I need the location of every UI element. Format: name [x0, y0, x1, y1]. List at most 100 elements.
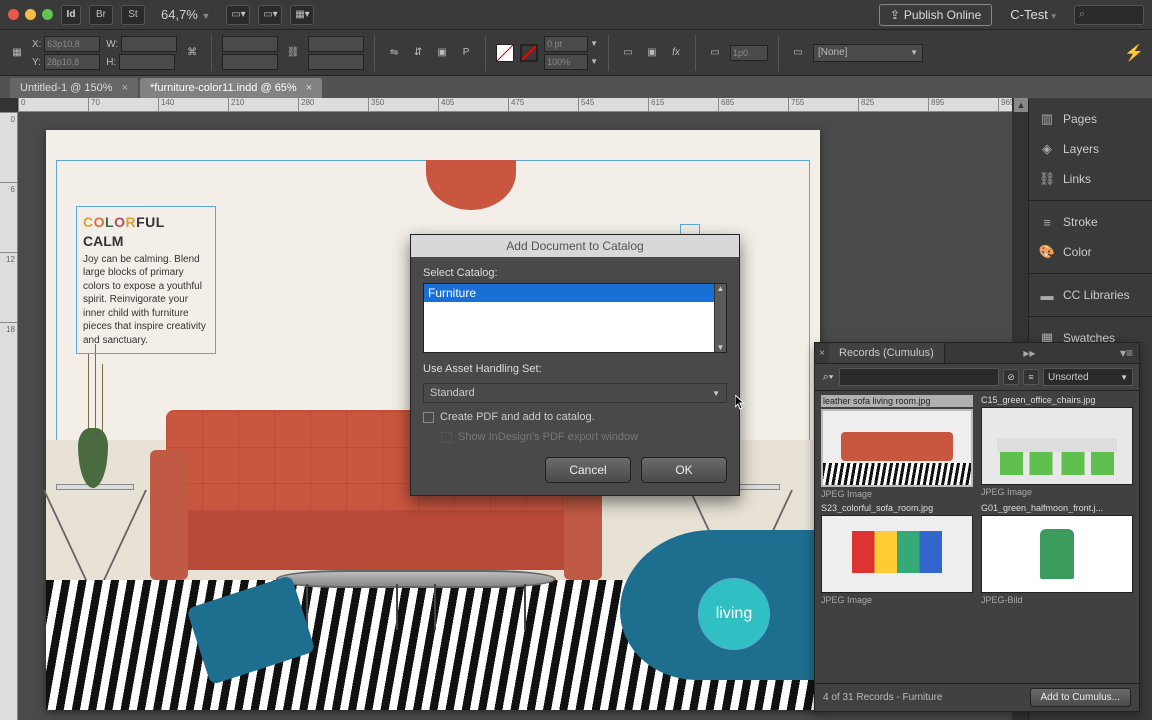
bridge-button[interactable]: Br: [89, 5, 113, 25]
text-wrap-bound-icon[interactable]: ▣: [643, 44, 661, 62]
listbox-scrollbar[interactable]: ▲▼: [714, 284, 726, 352]
cancel-button[interactable]: Cancel: [545, 457, 631, 483]
record-thumbnail[interactable]: [981, 515, 1133, 593]
stroke-icon: ≡: [1039, 214, 1055, 230]
checkbox[interactable]: [423, 412, 434, 423]
scroll-up-icon[interactable]: ▲: [717, 284, 725, 293]
pages-icon: ▥: [1039, 111, 1055, 127]
close-icon[interactable]: ×: [306, 82, 312, 94]
rotate-input[interactable]: [308, 36, 364, 52]
scale-y-input[interactable]: [222, 54, 278, 70]
corner-size-input[interactable]: [730, 45, 768, 61]
close-icon[interactable]: ×: [122, 82, 128, 94]
stroke-weight-input[interactable]: [544, 36, 588, 52]
search-input[interactable]: ⌕: [1074, 5, 1144, 25]
zoom-level[interactable]: 64,7% ▼: [153, 7, 218, 22]
w-input[interactable]: [121, 36, 177, 52]
record-thumbnail[interactable]: [821, 409, 973, 487]
link-icon[interactable]: ⛓: [284, 44, 302, 62]
scroll-down-icon[interactable]: ▼: [717, 343, 725, 352]
text-wrap-none-icon[interactable]: ▭: [619, 44, 637, 62]
record-item[interactable]: S23_colorful_sofa_room.jpg JPEG Image: [821, 503, 973, 605]
minimize-window-dot[interactable]: [25, 9, 36, 20]
add-to-catalog-dialog: Add Document to Catalog Select Catalog: …: [410, 234, 740, 496]
ok-button[interactable]: OK: [641, 457, 727, 483]
fx-icon[interactable]: fx: [667, 44, 685, 62]
create-pdf-checkbox-row[interactable]: Create PDF and add to catalog.: [423, 411, 727, 423]
scroll-up-button[interactable]: ▲: [1014, 98, 1028, 112]
layers-icon: ◈: [1039, 141, 1055, 157]
y-input[interactable]: [44, 54, 100, 70]
tab-untitled[interactable]: Untitled-1 @ 150% ×: [10, 78, 138, 98]
scale-pct-input[interactable]: [544, 54, 588, 70]
record-item[interactable]: C15_green_office_chairs.jpg JPEG Image: [981, 395, 1133, 499]
publish-label: Publish Online: [904, 8, 981, 22]
dock-cc-libraries[interactable]: ▬CC Libraries: [1029, 280, 1152, 310]
tab-furniture[interactable]: *furniture-color11.indd @ 65% ×: [140, 78, 322, 98]
h-input[interactable]: [119, 54, 175, 70]
record-type: JPEG Image: [981, 487, 1133, 497]
reference-point-icon[interactable]: ▦: [8, 44, 26, 62]
corner-options-icon[interactable]: ▭: [706, 44, 724, 62]
records-tab[interactable]: Records (Cumulus): [829, 343, 945, 363]
coffee-table-graphic: [276, 570, 556, 630]
dock-pages[interactable]: ▥Pages: [1029, 104, 1152, 134]
sort-dropdown[interactable]: Unsorted▼: [1043, 368, 1133, 386]
living-badge[interactable]: living: [698, 578, 770, 650]
maximize-window-dot[interactable]: [42, 9, 53, 20]
panel-collapse-icon[interactable]: ▸▸: [1017, 344, 1041, 362]
constrain-icon[interactable]: ⌘: [183, 44, 201, 62]
headline-text-frame[interactable]: COLORFUL CALM Joy can be calming. Blend …: [76, 206, 216, 354]
screen-mode-button[interactable]: ▭▾: [258, 5, 282, 25]
h-label: H:: [106, 57, 116, 68]
record-item[interactable]: G01_green_halfmoon_front.j... JPEG-Bild: [981, 503, 1133, 605]
chevron-down-icon[interactable]: ▼: [590, 57, 598, 66]
object-style-select[interactable]: [None]▼: [813, 44, 923, 62]
dock-stroke[interactable]: ≡Stroke: [1029, 207, 1152, 237]
view-options-button[interactable]: ▭▾: [226, 5, 250, 25]
stroke-swatch[interactable]: [520, 44, 538, 62]
flip-v-icon[interactable]: ⇵: [409, 44, 427, 62]
workspace-switcher[interactable]: C-Test ▾: [1000, 7, 1066, 22]
clear-search-icon[interactable]: ⊘: [1003, 369, 1019, 385]
upload-icon: ⇪: [890, 8, 900, 22]
records-search-input[interactable]: [839, 368, 999, 386]
checkbox-disabled: [441, 432, 452, 443]
horizontal-ruler: 0701402102803504054755456156857558258959…: [18, 98, 1012, 112]
catalog-listbox[interactable]: Furniture ▲▼: [423, 283, 727, 353]
select-container-icon[interactable]: ▣: [433, 44, 451, 62]
dock-color[interactable]: 🎨Color: [1029, 237, 1152, 267]
filter-icon[interactable]: ≡: [1023, 369, 1039, 385]
record-item[interactable]: leather sofa living room.jpg JPEG Image: [821, 395, 973, 499]
select-content-icon[interactable]: P: [457, 44, 475, 62]
stock-button[interactable]: St: [121, 5, 145, 25]
add-to-cumulus-button[interactable]: Add to Cumulus...: [1030, 688, 1131, 707]
vertical-ruler: 061218: [0, 112, 18, 720]
dock-layers[interactable]: ◈ Layers: [1029, 134, 1152, 164]
record-thumbnail[interactable]: [821, 515, 973, 593]
search-icon[interactable]: ⌕▾: [821, 371, 835, 384]
checkbox-label: Show InDesign's PDF export window: [458, 431, 638, 443]
control-bar: ▦ X: Y: W: H: ⌘ ⛓ ⇋ ⇵ ▣ P ▼ ▼ ▭ ▣ fx ▭ ▭…: [0, 30, 1152, 76]
object-style-icon[interactable]: ▭: [789, 44, 807, 62]
panel-menu-icon[interactable]: ▾≡: [1114, 344, 1139, 362]
flip-h-icon[interactable]: ⇋: [385, 44, 403, 62]
dock-links[interactable]: ⛓Links: [1029, 164, 1152, 194]
catalog-item-furniture[interactable]: Furniture: [424, 284, 726, 302]
panel-close-icon[interactable]: ×: [815, 346, 829, 361]
lightning-icon[interactable]: ⚡: [1124, 43, 1144, 63]
cc-icon: ▬: [1039, 287, 1055, 303]
close-window-dot[interactable]: [8, 9, 19, 20]
record-thumbnail[interactable]: [981, 407, 1133, 485]
scale-x-input[interactable]: [222, 36, 278, 52]
publish-online-button[interactable]: ⇪ Publish Online: [879, 4, 992, 26]
chevron-down-icon[interactable]: ▼: [590, 39, 598, 48]
records-status: 4 of 31 Records - Furniture: [823, 692, 943, 703]
dialog-title: Add Document to Catalog: [411, 235, 739, 257]
arrange-button[interactable]: ▦▾: [290, 5, 314, 25]
asset-set-dropdown[interactable]: Standard▼: [423, 383, 727, 403]
fill-swatch[interactable]: [496, 44, 514, 62]
x-input[interactable]: [44, 36, 100, 52]
dock-label: Layers: [1063, 142, 1099, 156]
shear-input[interactable]: [308, 54, 364, 70]
